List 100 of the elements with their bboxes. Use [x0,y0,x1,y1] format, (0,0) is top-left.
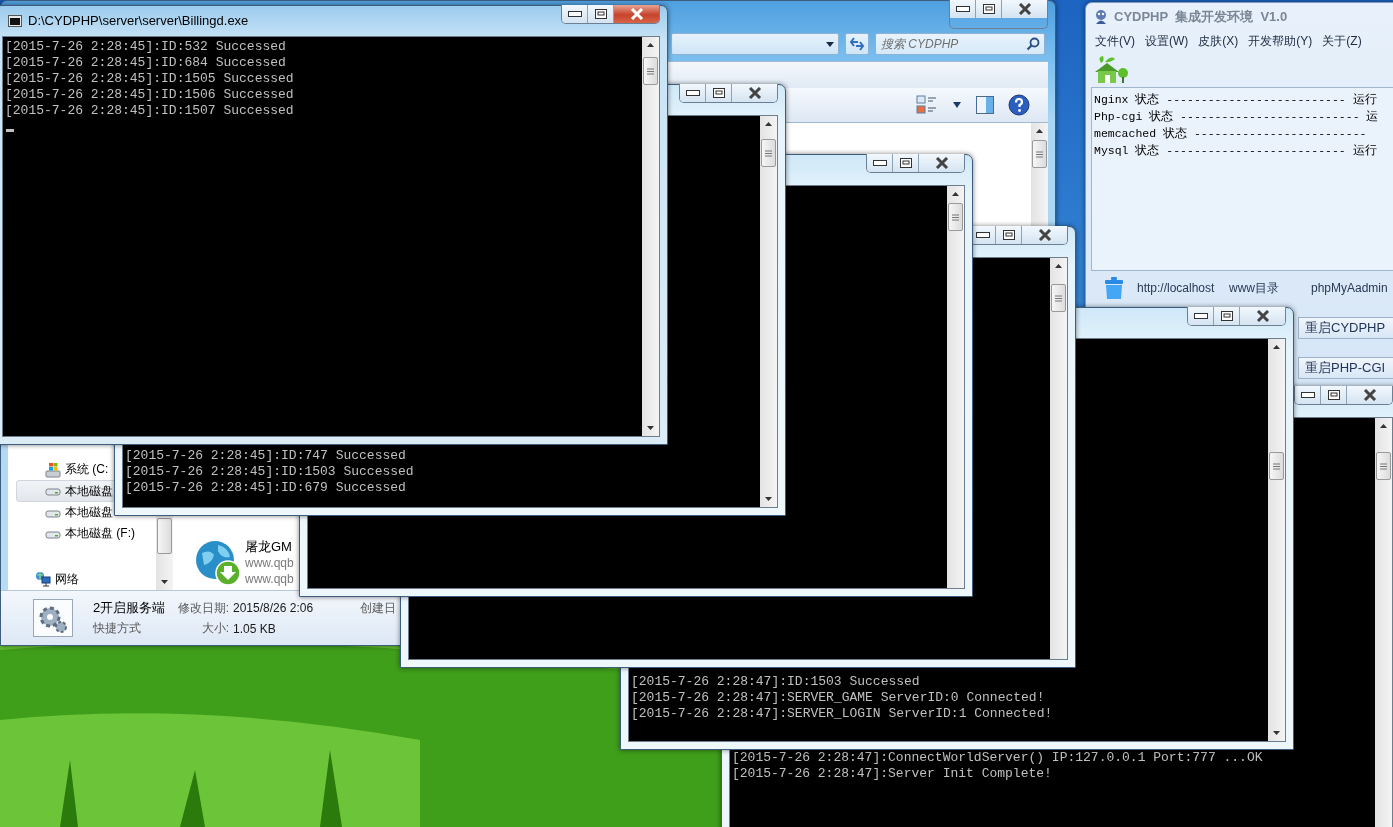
maximize-icon[interactable] [712,88,725,98]
maximize-icon[interactable] [1220,311,1233,321]
console-line: [2015-7-26 2:28:47]:ConnectWorldServer() IP:127.0.0.1 Port:777 ...OK [732,750,1263,766]
minimize-icon[interactable] [1193,313,1208,319]
views-icon[interactable] [916,95,938,115]
close-button[interactable] [732,84,777,102]
minimize-button[interactable] [867,154,893,172]
minimize-button[interactable] [1188,307,1214,325]
maximize-button[interactable] [1214,307,1240,325]
menu-item[interactable]: 关于(Z) [1322,32,1362,50]
scrollbar-thumb[interactable] [157,518,172,554]
minimize-icon[interactable] [685,90,700,96]
maximize-button[interactable] [996,226,1022,244]
close-button[interactable] [1022,226,1067,244]
window-title: CYDPHP 集成开发环境 V1.0 [1114,8,1288,26]
close-icon[interactable] [747,87,762,99]
close-icon[interactable] [1255,310,1270,322]
close-button[interactable] [1240,307,1285,325]
minimize-button[interactable] [680,84,706,102]
maximize-icon[interactable] [899,158,912,168]
close-button[interactable] [614,5,659,23]
scrollbar-thumb[interactable] [1269,452,1284,480]
minimize-button[interactable] [950,0,976,18]
console-line: [2015-7-26 2:28:45]:ID:532 Successed [5,39,286,55]
link[interactable]: phpMyAadmin [1311,281,1393,295]
maximize-button[interactable] [976,0,1002,18]
file-subtitle: www.qqb [245,571,294,587]
minimize-icon[interactable] [567,11,582,17]
maximize-icon[interactable] [982,4,995,14]
search-icon[interactable] [1026,37,1040,51]
console-line: [2015-7-26 2:28:47]:SERVER_GAME ServerID:0 Connected! [631,690,1045,706]
maximize-button[interactable] [1321,386,1347,404]
menu-item[interactable]: 开发帮助(Y) [1248,32,1313,50]
detail-label: 大小: [201,620,229,637]
scrollbar[interactable] [1031,123,1048,229]
link[interactable]: www目录 [1229,279,1311,297]
scrollbar-thumb[interactable] [1032,140,1047,168]
file-name[interactable]: 屠龙GM [245,539,292,555]
nav-item[interactable]: 本地磁盘 [16,501,116,524]
grip-icon[interactable] [765,149,772,157]
help-icon[interactable] [1008,94,1030,116]
minimize-button[interactable] [562,5,588,23]
scrollbar[interactable] [1050,258,1067,659]
search-field[interactable]: 搜索 CYDPHP [875,33,1045,55]
grip-icon[interactable] [1380,462,1387,470]
scrollbar[interactable] [1268,339,1285,741]
menu-item[interactable]: 文件(V) [1095,32,1135,50]
address-field[interactable] [671,33,839,55]
nav-item[interactable]: 网络 [8,568,82,591]
scrollbar-thumb[interactable] [948,203,963,231]
grip-icon[interactable] [1055,294,1062,302]
scrollbar[interactable] [947,186,964,588]
minimize-icon[interactable] [1300,392,1315,398]
maximize-icon[interactable] [1327,390,1340,400]
scrollbar-thumb[interactable] [761,139,776,167]
restart-button[interactable]: 重启PHP-CGI [1298,357,1393,379]
close-icon[interactable] [1017,3,1032,15]
scrollbar-thumb[interactable] [643,57,658,85]
status-line: Php-cgi 状态 -------------------------- 运 [1094,109,1379,125]
minimize-icon[interactable] [872,160,887,166]
minimize-icon[interactable] [975,232,990,238]
grip-icon[interactable] [647,67,654,75]
scrollbar-thumb[interactable] [1376,452,1391,480]
nav-item[interactable]: 本地磁盘 (F:) [16,523,138,545]
close-button[interactable] [919,154,964,172]
scrollbar-thumb[interactable] [1051,284,1066,312]
grip-icon[interactable] [952,213,959,221]
gear-icon [33,599,73,637]
close-button[interactable] [1002,0,1047,18]
close-icon[interactable] [1037,229,1052,241]
maximize-button[interactable] [706,84,732,102]
nav-item[interactable]: 系统 (C: [16,459,112,481]
close-icon[interactable] [1362,389,1377,401]
restart-button[interactable]: 重启CYDPHP [1298,317,1393,339]
dropdown-arrow-icon[interactable] [952,101,962,109]
close-button[interactable] [1347,386,1392,404]
scrollbar[interactable] [760,116,777,507]
grip-icon[interactable] [1273,462,1280,470]
menu-item[interactable]: 设置(W) [1145,32,1189,50]
minimize-button[interactable] [1295,386,1321,404]
maximize-icon[interactable] [1002,230,1015,240]
console-line: [2015-7-26 2:28:45]:ID:684 Successed [5,55,286,71]
scrollbar[interactable] [1375,418,1392,827]
maximize-icon[interactable] [594,9,607,19]
globe-download-icon[interactable] [194,539,242,587]
maximize-button[interactable] [893,154,919,172]
close-icon[interactable] [934,157,949,169]
scrollbar[interactable] [642,37,659,436]
minimize-icon[interactable] [955,6,970,12]
status-line: Mysql 状态 -------------------------- 运行 [1094,143,1377,159]
scrollbar[interactable] [156,518,173,590]
menu-item[interactable]: 皮肤(X) [1198,32,1239,50]
grip-icon[interactable] [1036,150,1043,158]
maximize-button[interactable] [588,5,614,23]
nav-item[interactable]: 本地磁盘 [16,480,116,502]
status-line: Nginx 状态 -------------------------- 运行 [1094,92,1377,108]
status-line: memcached 状态 ------------------------- [1094,126,1367,142]
trash-icon[interactable] [1104,276,1124,300]
preview-pane-icon[interactable] [976,96,994,114]
link[interactable]: http://localhost [1137,281,1229,295]
